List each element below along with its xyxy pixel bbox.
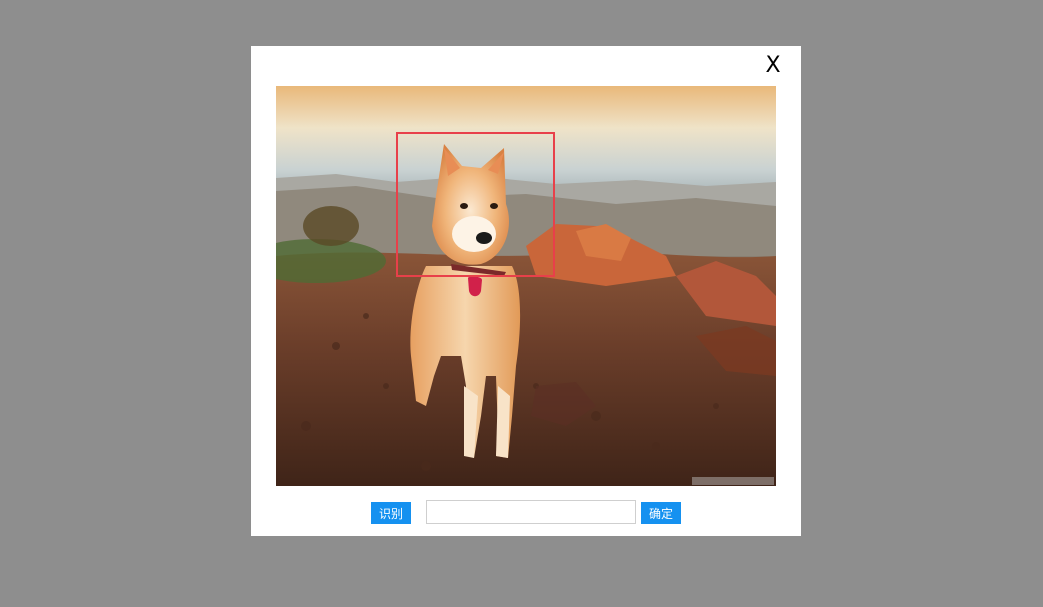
confirm-button[interactable]: 确定	[641, 502, 681, 524]
recognition-controls: 识别 确定	[251, 500, 801, 526]
dog-photo	[276, 86, 776, 486]
result-input[interactable]	[426, 500, 636, 524]
watermark	[692, 477, 774, 485]
image-recognition-dialog: X 识别 确定	[251, 46, 801, 536]
recognize-button[interactable]: 识别	[371, 502, 411, 524]
detection-box	[396, 132, 555, 277]
close-button[interactable]: X	[763, 54, 783, 78]
